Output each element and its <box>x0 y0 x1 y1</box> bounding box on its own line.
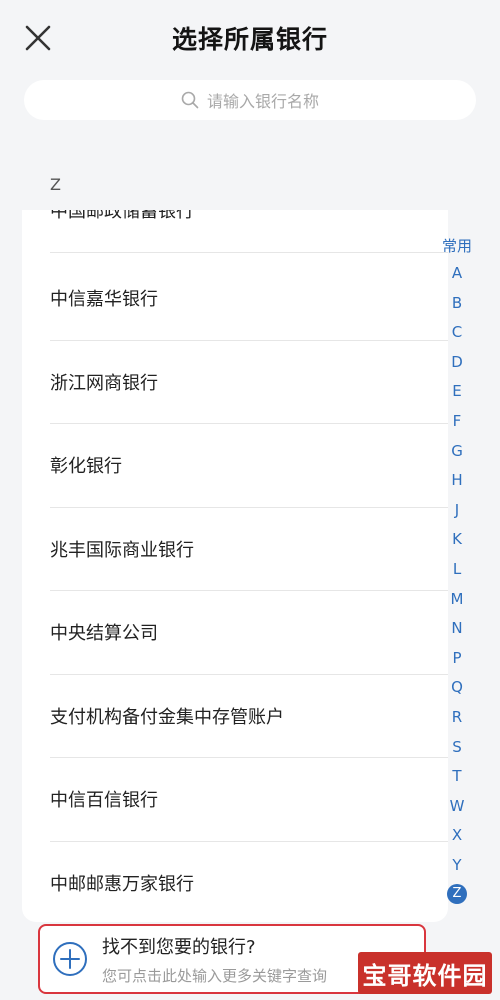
index-letter[interactable]: A <box>446 259 468 289</box>
search-placeholder: 请输入银行名称 <box>206 92 319 111</box>
watermark-logo: 宝哥软件园 <box>358 952 492 994</box>
index-letter[interactable]: R <box>446 703 468 733</box>
list-item-bank[interactable]: 中信百信银行 <box>50 758 448 842</box>
index-letter[interactable]: W <box>446 792 468 822</box>
index-letter[interactable]: D <box>446 348 468 378</box>
index-letter[interactable]: Y <box>446 851 468 881</box>
bank-name: 中国邮政储蓄银行 <box>50 210 194 223</box>
bank-name: 彰化银行 <box>50 456 122 478</box>
not-found-text: 找不到您要的银行? 您可点击此处输入更多关键字查询 <box>102 933 327 986</box>
index-letter[interactable]: F <box>446 407 468 437</box>
list-item-bank[interactable]: 彰化银行 <box>50 424 448 508</box>
not-found-subtitle: 您可点击此处输入更多关键字查询 <box>102 966 328 985</box>
index-letter[interactable]: P <box>446 644 468 674</box>
bank-name: 支付机构备付金集中存管账户 <box>50 706 284 728</box>
index-letter[interactable]: N <box>446 614 468 644</box>
bank-list: 中国邮政储蓄银行 中信嘉华银行 浙江网商银行 彰化银行 兆丰国际商业银行 中央结… <box>22 210 448 922</box>
index-letter[interactable]: J <box>446 496 468 526</box>
not-found-title: 找不到您要的银行? <box>102 936 256 958</box>
list-item-bank[interactable]: 中信嘉华银行 <box>50 257 448 341</box>
index-letter[interactable]: B <box>446 289 468 319</box>
index-letter[interactable]: Q <box>446 673 468 703</box>
index-letter[interactable]: C <box>446 318 468 348</box>
bank-name: 中央结算公司 <box>50 623 158 645</box>
index-letter[interactable]: M <box>446 585 468 615</box>
index-letter[interactable]: X <box>446 821 468 851</box>
list-item-bank[interactable]: 中国邮政储蓄银行 <box>50 210 448 253</box>
index-letter[interactable]: K <box>446 525 468 555</box>
list-item-bank[interactable]: 浙江网商银行 <box>50 341 448 424</box>
bank-name: 浙江网商银行 <box>50 372 158 394</box>
index-letter-active[interactable]: Z <box>447 884 467 905</box>
search-icon <box>181 91 199 109</box>
index-letter[interactable]: T <box>446 762 468 792</box>
index-letter[interactable]: E <box>446 377 468 407</box>
list-item-bank[interactable]: 中邮邮惠万家银行 <box>50 842 448 923</box>
bank-name: 中信嘉华银行 <box>50 289 158 311</box>
list-item-bank[interactable]: 中央结算公司 <box>50 591 448 675</box>
index-letter[interactable]: H <box>446 466 468 496</box>
list-item-bank[interactable]: 支付机构备付金集中存管账户 <box>50 675 448 758</box>
plus-circle-icon <box>52 941 88 977</box>
page-title: 选择所属银行 <box>171 25 328 54</box>
index-letter[interactable]: S <box>446 733 468 763</box>
bank-name: 中邮邮惠万家银行 <box>50 874 194 896</box>
index-letter[interactable]: L <box>446 555 468 585</box>
list-item-bank[interactable]: 兆丰国际商业银行 <box>50 508 448 591</box>
index-letter[interactable]: G <box>446 437 468 467</box>
section-header-letter: Z <box>50 175 61 194</box>
search-input[interactable]: 请输入银行名称 <box>24 80 476 120</box>
header: 选择所属银行 <box>0 0 500 78</box>
index-item-common[interactable]: 常用 <box>442 233 472 259</box>
bank-name: 兆丰国际商业银行 <box>50 539 194 561</box>
alphabet-index: 常用 A B C D E F G H J K L M N P Q R S T W… <box>434 233 480 905</box>
bank-name: 中信百信银行 <box>50 790 158 812</box>
